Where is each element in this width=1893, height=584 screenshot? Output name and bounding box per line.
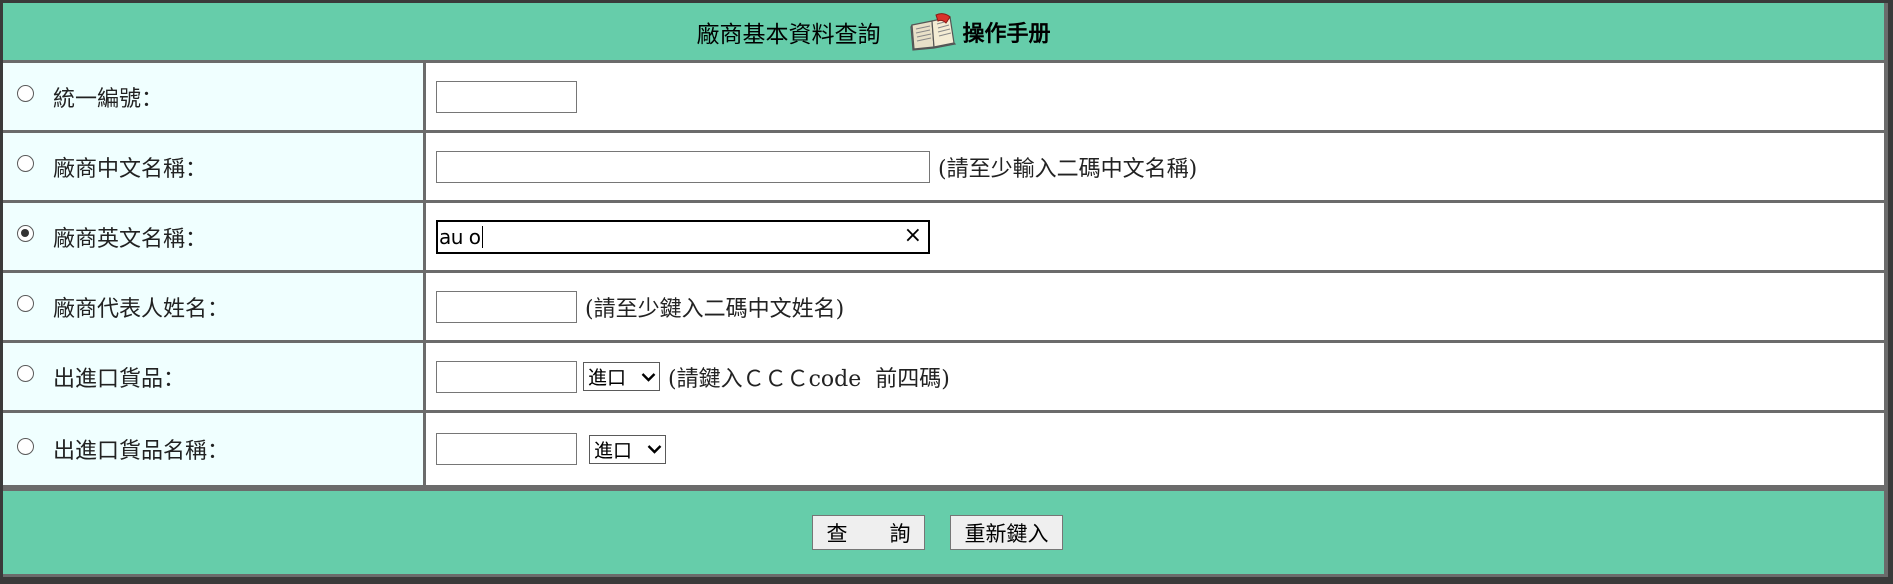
row-label: 出進口貨品： xyxy=(53,366,186,392)
form-footer: 查 詢 重新鍵入 xyxy=(3,491,1884,574)
row-representative: 廠商代表人姓名： (請至少鍵入二碼中文姓名) xyxy=(3,273,1884,340)
row-label-cell: 統一編號： xyxy=(3,63,423,130)
row-goods-name: 出進口貨品名稱： 進口 xyxy=(3,413,1884,485)
row-label-cell: 廠商英文名稱： xyxy=(3,203,423,270)
row-label-cell: 出進口貨品： xyxy=(3,343,423,410)
row-goods-code: 出進口貨品： 進口 (請鍵入ＣＣＣcode 前四碼) xyxy=(3,343,1884,410)
row-label: 廠商代表人姓名： xyxy=(53,296,230,322)
row-value-cell: 進口 (請鍵入ＣＣＣcode 前四碼) xyxy=(426,343,1884,410)
radio-tax-id[interactable] xyxy=(17,85,34,102)
clear-icon[interactable]: × xyxy=(904,223,922,248)
query-button[interactable]: 查 詢 xyxy=(812,515,925,550)
reset-button[interactable]: 重新鍵入 xyxy=(950,515,1063,550)
radio-chinese-name[interactable] xyxy=(17,155,34,172)
chevron-down-icon xyxy=(641,372,656,382)
row-label-cell: 出進口貨品名稱： xyxy=(3,413,423,485)
row-value-cell xyxy=(426,63,1884,130)
tax-id-input[interactable] xyxy=(436,80,577,113)
form-header: 廠商基本資料查詢 操作手册 xyxy=(3,3,1884,63)
row-label: 統一編號： xyxy=(53,86,164,112)
row-english-name: 廠商英文名稱： au o × xyxy=(3,203,1884,270)
row-tax-id: 統一編號： xyxy=(3,63,1884,130)
english-name-value: au o xyxy=(439,224,481,249)
manual-label: 操作手册 xyxy=(962,21,1051,47)
row-label-cell: 廠商代表人姓名： xyxy=(3,273,423,340)
row-value-cell: au o × xyxy=(426,203,1884,270)
page-title: 廠商基本資料查詢 xyxy=(696,21,881,48)
row-label-cell: 廠商中文名稱： xyxy=(3,133,423,200)
chinese-name-input[interactable] xyxy=(436,150,930,183)
chinese-name-hint: (請至少輸入二碼中文名稱) xyxy=(938,156,1198,182)
text-caret xyxy=(481,225,484,248)
radio-goods-name[interactable] xyxy=(17,437,34,455)
row-value-cell: 進口 xyxy=(426,413,1884,485)
representative-input[interactable] xyxy=(436,290,577,323)
radio-representative[interactable] xyxy=(17,295,34,312)
english-name-input[interactable]: au o × xyxy=(436,219,930,254)
select-value: 進口 xyxy=(588,367,627,389)
chevron-down-icon xyxy=(647,445,662,454)
row-value-cell: (請至少鍵入二碼中文姓名) xyxy=(426,273,1884,340)
goods-code-hint: (請鍵入ＣＣＣcode 前四碼) xyxy=(668,366,950,392)
open-book-icon xyxy=(910,12,957,51)
import-export-select[interactable]: 進口 xyxy=(583,362,660,391)
row-value-cell: (請至少輸入二碼中文名稱) xyxy=(426,133,1884,200)
goods-code-input[interactable] xyxy=(436,360,577,393)
row-label: 出進口貨品名稱： xyxy=(53,439,230,464)
import-export-select[interactable]: 進口 xyxy=(589,434,666,464)
row-label: 廠商英文名稱： xyxy=(53,226,208,252)
radio-goods-code[interactable] xyxy=(17,365,34,382)
select-value: 進口 xyxy=(594,439,633,462)
row-label: 廠商中文名稱： xyxy=(53,156,208,182)
row-chinese-name: 廠商中文名稱： (請至少輸入二碼中文名稱) xyxy=(3,133,1884,200)
manual-link[interactable]: 操作手册 xyxy=(910,12,1051,51)
radio-english-name[interactable] xyxy=(17,225,34,242)
goods-name-input[interactable] xyxy=(436,433,577,465)
representative-hint: (請至少鍵入二碼中文姓名) xyxy=(585,296,845,322)
footer-buttons: 查 詢 重新鍵入 xyxy=(812,515,1063,550)
